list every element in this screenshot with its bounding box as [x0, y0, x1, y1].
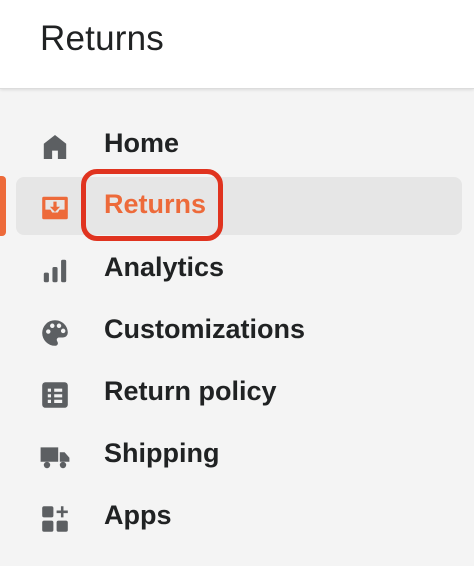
list-icon: [38, 378, 72, 412]
sidebar-item-label: Home: [104, 128, 180, 158]
page-title: Returns: [40, 19, 164, 58]
sidebar-item-label: Returns: [104, 189, 207, 219]
home-icon: [38, 130, 72, 164]
page-header: Returns: [0, 0, 474, 88]
sidebar-item-label: Shipping: [104, 438, 220, 468]
apps-plus-icon: [38, 502, 72, 536]
sidebar-item-shipping[interactable]: Shipping: [16, 426, 462, 484]
sidebar-item-label: Apps: [104, 500, 172, 530]
sidebar-item-home[interactable]: Home: [16, 116, 462, 174]
return-tray-icon: [38, 191, 72, 225]
sidebar-item-label: Return policy: [104, 376, 277, 406]
truck-icon: [38, 440, 72, 474]
sidebar-item-returns[interactable]: Returns: [16, 177, 462, 235]
sidebar-item-label: Customizations: [104, 314, 306, 344]
sidebar-item-customizations[interactable]: Customizations: [16, 302, 462, 360]
active-indicator: [0, 176, 6, 236]
sidebar-item-return-policy[interactable]: Return policy: [16, 364, 462, 422]
sidebar-item-apps[interactable]: Apps: [16, 488, 462, 546]
palette-icon: [38, 316, 72, 350]
bar-chart-icon: [38, 254, 72, 288]
sidebar-item-label: Analytics: [104, 252, 225, 282]
sidebar-item-analytics[interactable]: Analytics: [16, 240, 462, 298]
